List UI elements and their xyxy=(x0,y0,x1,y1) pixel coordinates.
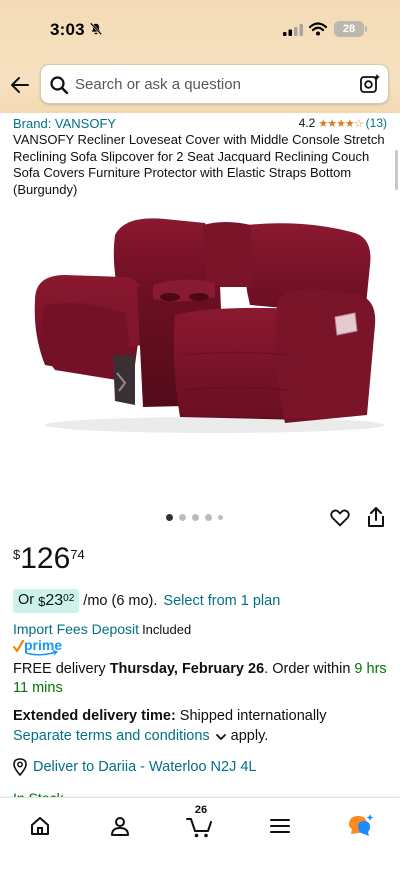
import-fees: Import Fees Deposit Included xyxy=(13,621,191,637)
rating-summary[interactable]: 4.2 ★★★★☆ (13) xyxy=(299,116,387,130)
price-symbol: $ xyxy=(13,547,21,562)
nav-rufus[interactable] xyxy=(340,806,380,846)
carousel-dot[interactable] xyxy=(192,514,199,521)
prime-label: prime xyxy=(24,638,62,653)
rating-value: 4.2 xyxy=(298,116,316,130)
nav-account[interactable] xyxy=(100,806,140,846)
account-icon xyxy=(111,817,129,836)
menu-icon xyxy=(270,819,290,833)
delivery-date: Thursday, February 26 xyxy=(109,661,265,677)
chevron-down-icon[interactable] xyxy=(215,731,227,743)
rufus-icon xyxy=(349,814,374,836)
monthly-payment: Or $ 23 02 /mo (6 mo). Select from 1 pla… xyxy=(13,589,280,613)
wifi-icon xyxy=(309,22,327,36)
delivery-middle: . Order within xyxy=(264,661,355,677)
select-plan-link[interactable]: Select from 1 plan xyxy=(163,593,280,609)
price-fraction: 74 xyxy=(70,547,85,562)
delivery-prefix: FREE delivery xyxy=(13,661,110,677)
share-icon[interactable] xyxy=(365,505,387,529)
star-rating-icon: ★★★★☆ xyxy=(318,117,363,130)
prime-logo: prime xyxy=(13,638,62,656)
nav-menu[interactable] xyxy=(260,806,300,846)
terms-link[interactable]: Separate terms and conditions xyxy=(13,727,210,746)
bell-slash-icon xyxy=(89,22,103,36)
monthly-whole: 23 xyxy=(45,592,64,609)
carousel-dot[interactable] xyxy=(179,514,186,521)
battery-level: 28 xyxy=(342,23,356,35)
product-image[interactable] xyxy=(15,205,385,475)
extended-label: Extended delivery time: xyxy=(13,708,176,724)
carousel-dot[interactable] xyxy=(166,514,173,521)
monthly-fraction: 02 xyxy=(63,593,75,604)
terms-row: Separate terms and conditions apply. xyxy=(13,727,268,746)
cart-icon xyxy=(186,818,212,838)
monthly-term: /mo (6 mo). xyxy=(83,593,158,609)
monthly-prefix: Or xyxy=(18,592,39,608)
monthly-price-badge: Or $ 23 02 xyxy=(13,589,80,613)
import-fees-link[interactable]: Import Fees Deposit xyxy=(13,621,139,637)
carousel-dot[interactable] xyxy=(218,515,223,520)
delivery-info: FREE delivery Thursday, February 26. Ord… xyxy=(13,660,391,698)
signal-icon xyxy=(283,24,303,36)
scrollbar-thumb xyxy=(395,150,398,190)
camera-lens-icon[interactable] xyxy=(359,73,381,95)
stock-status: In Stock xyxy=(13,788,64,797)
deliver-to-text[interactable]: Deliver to Dariia - Waterloo N2J 4L xyxy=(33,759,256,775)
extended-text: Shipped internationally xyxy=(175,708,327,724)
status-bar: 3:03 28 xyxy=(0,0,400,58)
price-whole: 126 xyxy=(20,542,71,575)
status-time: 3:03 xyxy=(50,20,85,39)
search-icon xyxy=(50,76,69,95)
monthly-symbol: $ xyxy=(38,594,46,609)
back-arrow-icon[interactable] xyxy=(9,74,31,96)
home-icon xyxy=(31,817,49,835)
bottom-navigation: 26 xyxy=(0,797,400,870)
nav-cart[interactable]: 26 xyxy=(180,804,220,846)
import-fees-status: Included xyxy=(142,622,192,637)
review-count[interactable]: (13) xyxy=(366,116,387,130)
heart-icon[interactable] xyxy=(329,507,351,529)
cart-count: 26 xyxy=(194,804,208,816)
extended-delivery: Extended delivery time: Shipped internat… xyxy=(13,707,391,726)
terms-suffix: apply. xyxy=(230,728,269,744)
nav-home[interactable] xyxy=(20,806,60,846)
battery-indicator: 28 xyxy=(334,21,364,37)
search-input[interactable] xyxy=(75,65,345,103)
header: 3:03 28 xyxy=(0,0,400,113)
battery-tip xyxy=(365,26,367,32)
brand-link[interactable]: Brand: VANSOFY xyxy=(13,116,116,131)
deliver-to-row[interactable]: Deliver to Dariia - Waterloo N2J 4L xyxy=(13,758,256,776)
product-title: VANSOFY Recliner Loveseat Cover with Mid… xyxy=(13,132,385,197)
image-carousel-dots xyxy=(166,514,223,521)
search-bar[interactable] xyxy=(40,64,389,104)
carousel-dot[interactable] xyxy=(205,514,212,521)
price: $ 126 74 xyxy=(13,542,85,576)
location-pin-icon xyxy=(13,758,27,776)
